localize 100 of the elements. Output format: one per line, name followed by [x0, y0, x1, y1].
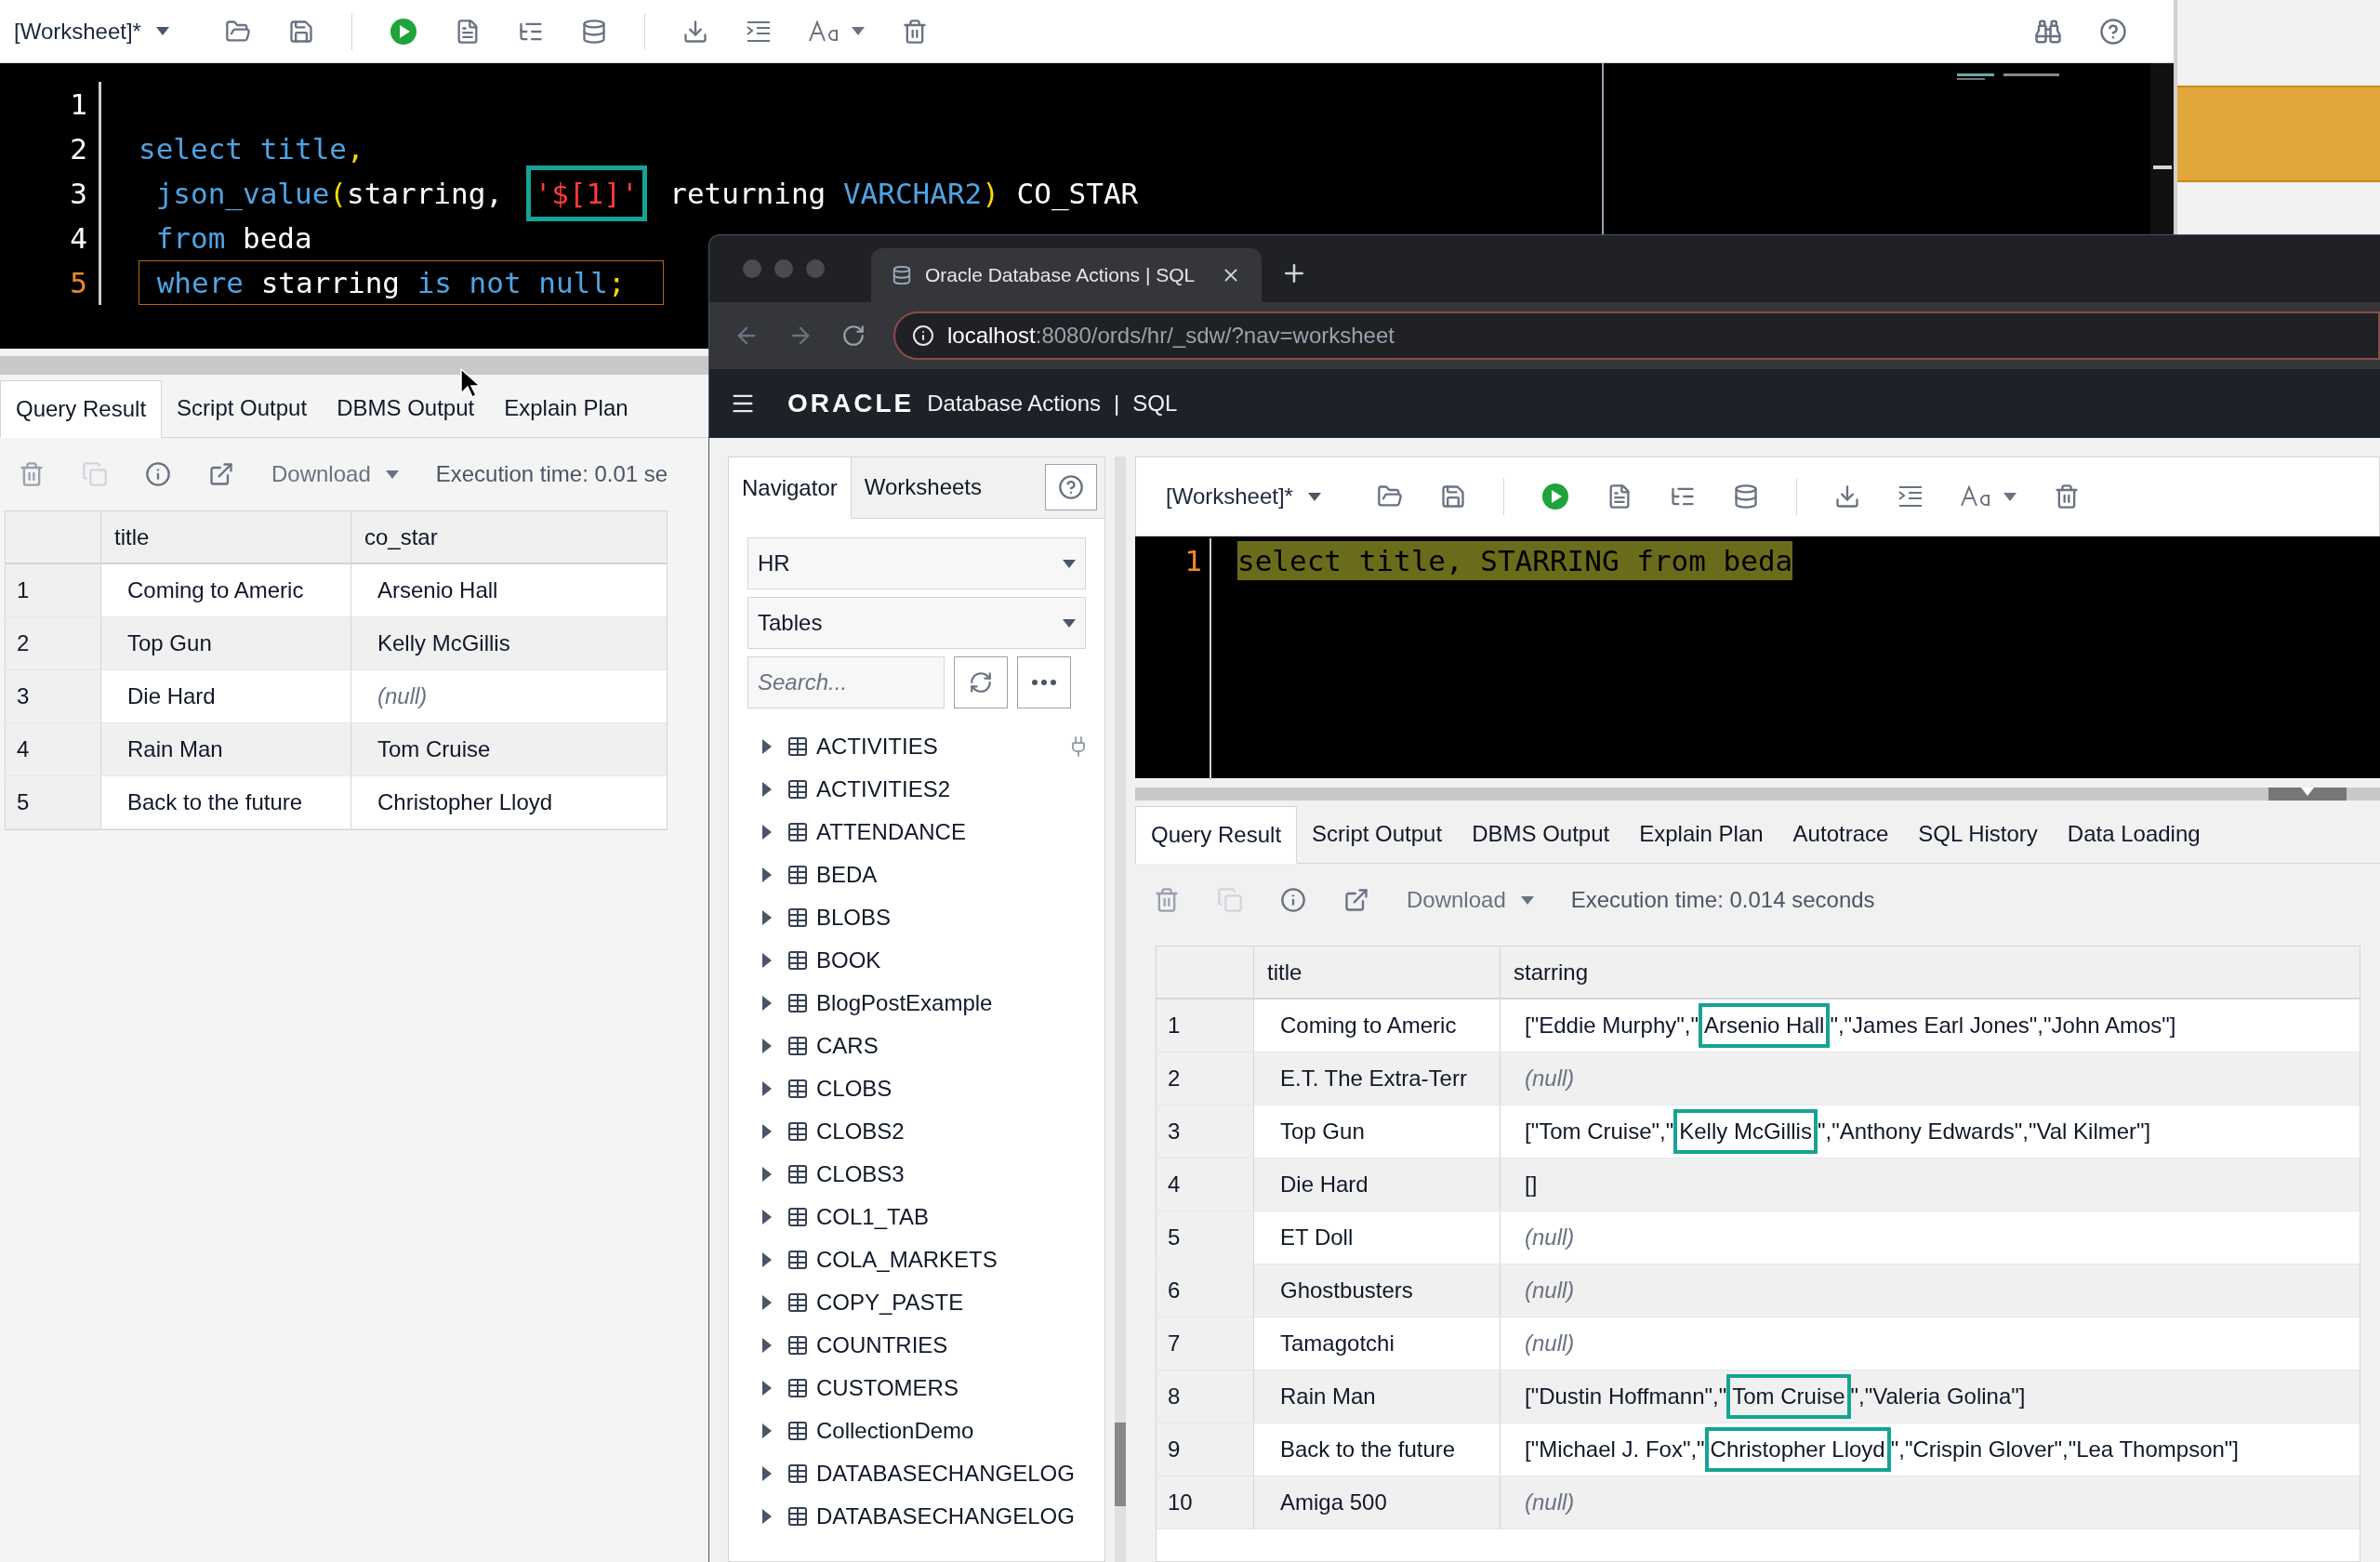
format-icon[interactable] — [1897, 484, 1924, 509]
expand-icon[interactable] — [762, 996, 772, 1011]
caret-icon — [1063, 559, 1076, 568]
tree-item[interactable]: CLOBS2 — [816, 1115, 905, 1148]
download-dropdown[interactable]: Download — [1407, 883, 1534, 917]
search-field[interactable]: Search... — [747, 656, 945, 708]
autotrace-icon[interactable] — [580, 18, 607, 45]
tree-item[interactable]: ATTENDANCE — [816, 815, 966, 849]
run-icon[interactable] — [1540, 483, 1569, 510]
worksheet-dropdown[interactable]: [Worksheet]* — [14, 14, 169, 48]
scrollbar-thumb[interactable] — [1115, 1423, 1126, 1506]
expand-icon[interactable] — [762, 1039, 772, 1053]
result-tab[interactable]: DBMS Output — [1457, 805, 1625, 863]
cursor-icon — [460, 368, 481, 398]
row-number: 1 — [6, 564, 101, 616]
expand-icon[interactable] — [762, 1295, 772, 1310]
line-number: 3 — [69, 175, 88, 212]
expand-icon[interactable] — [762, 867, 772, 882]
autotrace-icon[interactable] — [1732, 483, 1759, 510]
tree-item[interactable]: COLA_MARKETS — [816, 1243, 998, 1277]
expand-icon[interactable] — [762, 1509, 772, 1524]
download-icon[interactable] — [681, 18, 708, 45]
result-tab[interactable]: Query Result — [1135, 806, 1298, 864]
splitter-bar[interactable] — [1135, 788, 2380, 801]
object-type-select[interactable]: Tables — [747, 597, 1086, 649]
worksheet-dropdown[interactable]: [Worksheet]* — [1166, 480, 1321, 513]
expand-icon[interactable] — [762, 1081, 772, 1096]
result-tab[interactable]: Autotrace — [1778, 805, 1904, 863]
result-tab[interactable]: SQL History — [1903, 805, 2053, 863]
navigator-tab[interactable]: Navigator — [729, 457, 852, 519]
expand-icon[interactable] — [762, 782, 772, 797]
code-editor[interactable]: 1 select title, STARRING from beda — [1135, 536, 2380, 778]
expand-icon[interactable] — [762, 1252, 772, 1267]
tree-item[interactable]: ACTIVITIES — [816, 730, 938, 763]
table-icon — [787, 1505, 809, 1528]
tree-item[interactable]: BEDA — [816, 858, 878, 892]
expand-icon[interactable] — [762, 1338, 772, 1353]
tree-item[interactable]: CLOBS — [816, 1072, 892, 1105]
tree-item[interactable]: COUNTRIES — [816, 1329, 948, 1362]
tree-item[interactable]: BlogPostExample — [816, 986, 993, 1020]
result-tab[interactable]: Script Output — [1297, 805, 1458, 863]
result-tab[interactable]: DBMS Output — [322, 379, 490, 437]
refresh-button[interactable] — [954, 656, 1008, 708]
tree-item[interactable]: DATABASECHANGELOG — [816, 1500, 1075, 1533]
tree-item[interactable]: BOOK — [816, 944, 881, 977]
help-button[interactable] — [1045, 464, 1097, 510]
tree-item[interactable]: CARS — [816, 1029, 879, 1063]
column-header[interactable]: starring — [1501, 946, 2360, 998]
save-icon[interactable] — [1439, 483, 1466, 510]
browser-tab[interactable]: Oracle Database Actions | SQL — [871, 248, 1262, 302]
tree-item[interactable]: CollectionDemo — [816, 1414, 974, 1448]
expand-icon[interactable] — [762, 1210, 772, 1224]
tree-item[interactable]: DATABASECHANGELOG — [816, 1457, 1075, 1490]
export-icon[interactable] — [208, 461, 234, 487]
table-icon — [787, 864, 809, 886]
delete-icon[interactable] — [901, 18, 928, 45]
table-cell-text: [] — [1524, 1171, 1539, 1198]
info-icon[interactable] — [145, 461, 171, 487]
column-header[interactable]: co_star — [351, 511, 667, 563]
tree-item[interactable]: COPY_PASTE — [816, 1286, 964, 1319]
navigator-tab[interactable]: Worksheets — [851, 457, 995, 518]
font-size-icon[interactable] — [1960, 485, 1992, 508]
expand-icon[interactable] — [762, 1167, 772, 1182]
result-tab[interactable]: Explain Plan — [1624, 805, 1778, 863]
expand-icon[interactable] — [762, 1124, 772, 1139]
more-button[interactable] — [1017, 656, 1071, 708]
column-header[interactable]: title — [1254, 946, 1501, 998]
export-icon[interactable] — [1343, 887, 1369, 913]
reload-icon[interactable] — [841, 324, 866, 348]
help-icon[interactable] — [2099, 17, 2127, 46]
expand-icon[interactable] — [762, 825, 772, 840]
result-tab[interactable]: Query Result — [0, 380, 163, 438]
save-icon[interactable] — [287, 18, 314, 45]
column-header[interactable]: title — [101, 511, 351, 563]
address-bar[interactable]: localhost:8080/ords/hr/_sdw/?nav=worksheet — [893, 311, 2380, 360]
expand-icon[interactable] — [762, 739, 772, 754]
tree-item[interactable]: BLOBS — [816, 901, 892, 934]
expand-icon[interactable] — [762, 1381, 772, 1396]
schema-select[interactable]: HR — [747, 537, 1086, 589]
info-icon[interactable] — [1280, 887, 1306, 913]
result-tab[interactable]: Data Loading — [2052, 805, 2215, 863]
tree-item[interactable]: CUSTOMERS — [816, 1371, 959, 1405]
expand-icon[interactable] — [762, 953, 772, 968]
splitter-handle[interactable] — [2268, 788, 2347, 801]
download-dropdown[interactable]: Download — [271, 457, 399, 491]
result-tab[interactable]: Explain Plan — [489, 379, 643, 437]
table-cell: Rain Man — [101, 723, 351, 775]
font-size-icon[interactable] — [808, 20, 840, 43]
tree-item[interactable]: COL1_TAB — [816, 1200, 929, 1234]
scrollbar-thumb[interactable] — [2152, 165, 2172, 169]
tree-item[interactable]: CLOBS3 — [816, 1158, 905, 1191]
format-icon[interactable] — [745, 19, 772, 44]
download-icon[interactable] — [1833, 483, 1860, 510]
result-tab[interactable]: Script Output — [162, 379, 323, 437]
expand-icon[interactable] — [762, 1466, 772, 1481]
tree-item[interactable]: ACTIVITIES2 — [816, 773, 951, 806]
expand-icon[interactable] — [762, 1423, 772, 1438]
expand-icon[interactable] — [762, 910, 772, 925]
delete-icon[interactable] — [2053, 483, 2080, 510]
run-icon[interactable] — [389, 17, 417, 46]
